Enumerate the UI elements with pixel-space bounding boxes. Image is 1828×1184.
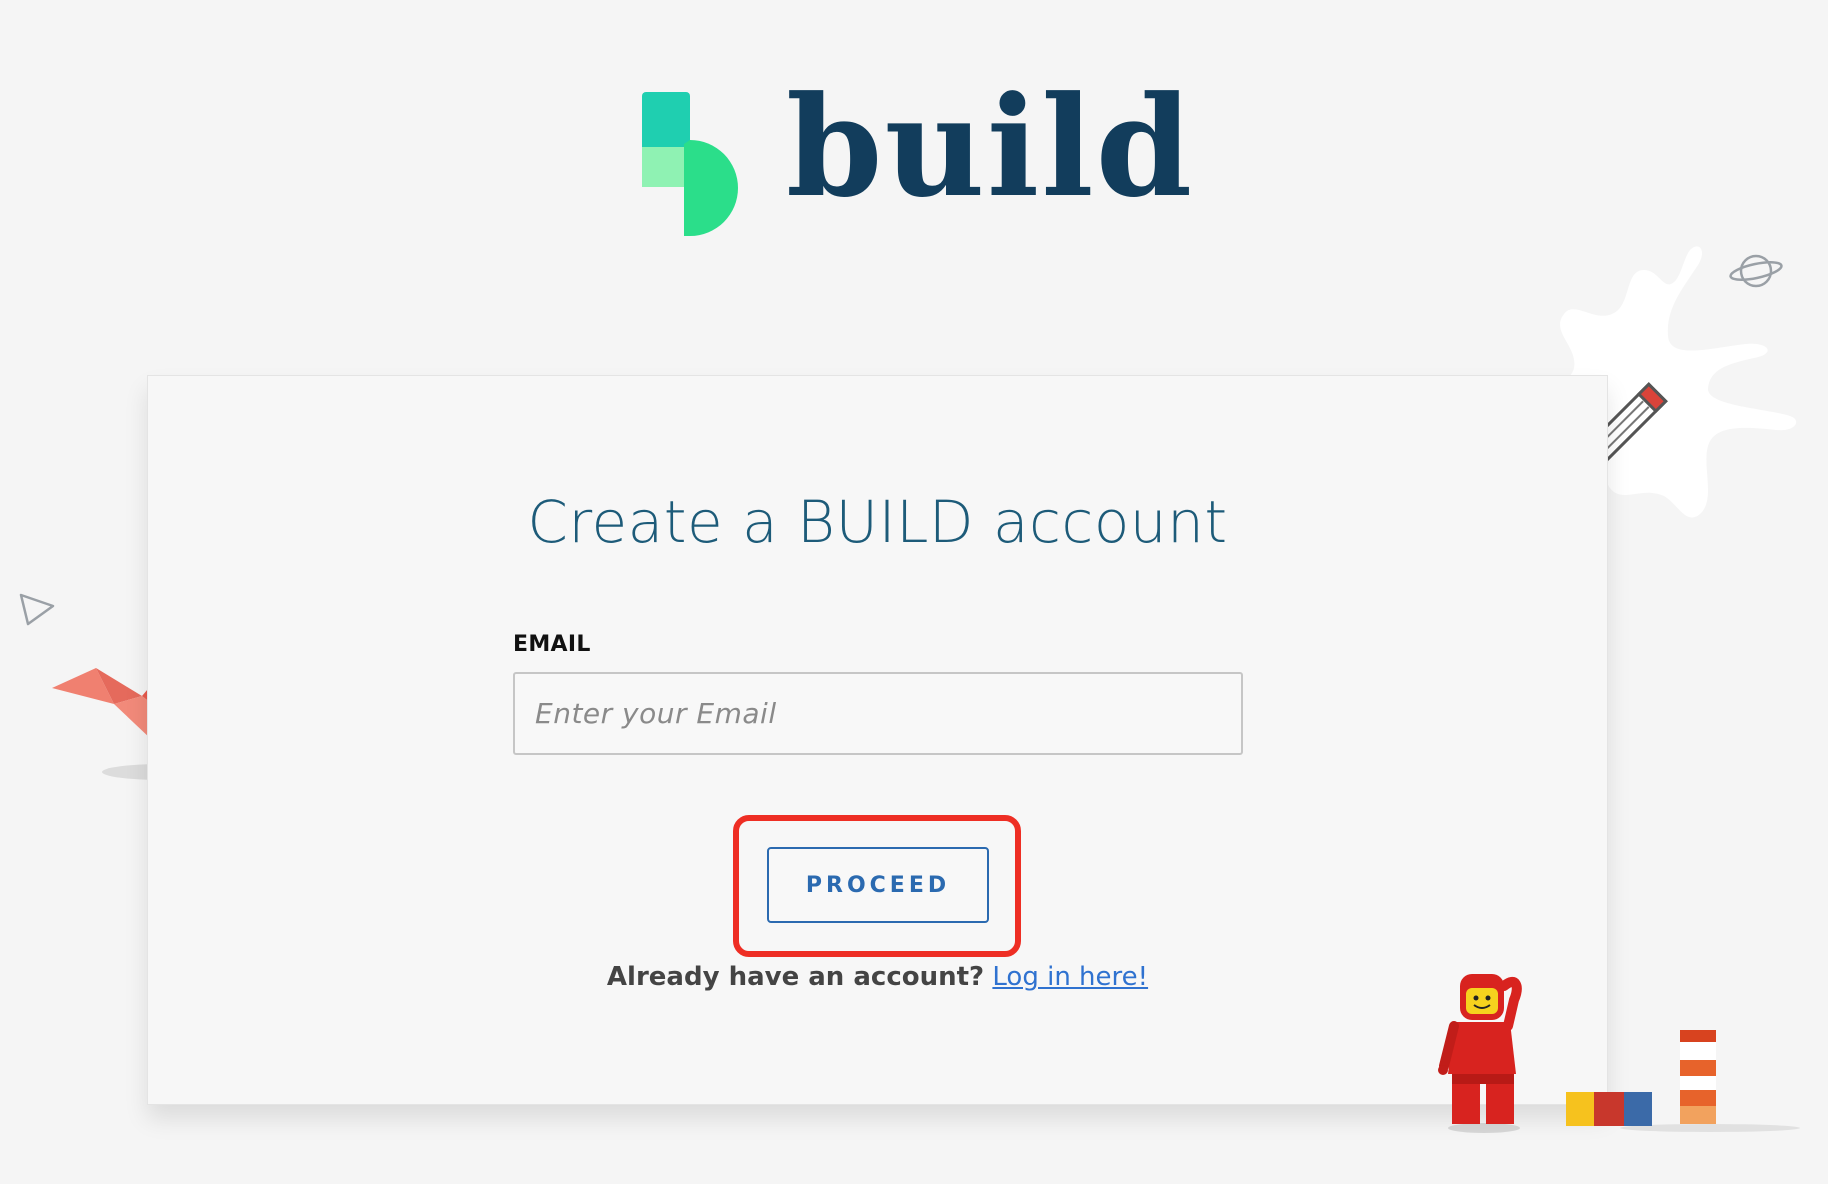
login-link[interactable]: Log in here! [992, 962, 1148, 992]
lego-bricks-icon [1566, 1030, 1800, 1132]
signup-card: Create a BUILD account EMAIL PROCEED Alr… [147, 375, 1608, 1105]
triangle-outline-icon [19, 593, 55, 626]
brand-wordmark: build [786, 65, 1195, 228]
login-row: Already have an account? Log in here! [148, 962, 1607, 992]
email-input[interactable] [513, 672, 1243, 755]
page-title: Create a BUILD account [527, 488, 1228, 556]
build-logo: build [640, 78, 1192, 242]
proceed-button[interactable]: PROCEED [767, 847, 989, 923]
email-label: EMAIL [513, 632, 591, 657]
planet-icon [1729, 254, 1783, 288]
signup-page: build Create a BUILD account EMAIL Enter… [0, 0, 1828, 1184]
login-prompt: Already have an account? [606, 962, 985, 992]
build-logo-mark-icon [642, 92, 738, 236]
lego-astronaut-icon [1438, 974, 1522, 1133]
